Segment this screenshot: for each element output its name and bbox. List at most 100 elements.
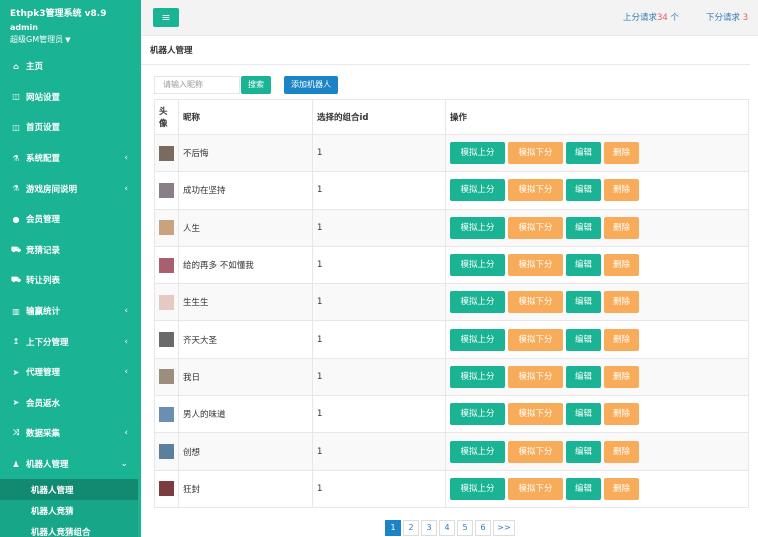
menu-toggle-button[interactable]: ≡ (153, 8, 179, 27)
nickname-cell: 齐天大圣 (178, 320, 313, 359)
edit-button[interactable]: 编辑 (566, 328, 601, 351)
simulate-up-button[interactable]: 模拟上分 (450, 365, 505, 388)
delete-button[interactable]: 删除 (604, 477, 639, 500)
simulate-up-button[interactable]: 模拟上分 (450, 328, 505, 351)
simulate-down-button[interactable]: 模拟下分 (508, 440, 563, 463)
simulate-down-button[interactable]: 模拟下分 (508, 291, 563, 314)
sidebar-subitem[interactable]: 机器人竞猜 (0, 500, 138, 521)
sidebar-item[interactable]: ↥ 上下分管理 ‹ (0, 326, 138, 357)
edit-button[interactable]: 编辑 (566, 440, 601, 463)
send-icon: ➤ (12, 398, 20, 408)
actions-cell: 模拟上分 模拟下分 编辑 删除 (445, 283, 749, 322)
chevron-icon: ‹ (124, 336, 128, 347)
nickname-cell: 狂封 (178, 469, 313, 508)
delete-button[interactable]: 删除 (604, 365, 639, 388)
add-robot-button[interactable]: 添加机器人 (284, 76, 338, 94)
sidebar-item[interactable]: ● 会员管理 (0, 204, 138, 235)
sidebar-item-label: 上下分管理 (26, 337, 69, 348)
edit-button[interactable]: 编辑 (566, 365, 601, 388)
delete-button[interactable]: 删除 (604, 440, 639, 463)
edit-button[interactable]: 编辑 (566, 291, 601, 314)
sidebar-subitem[interactable]: 机器人竞猜组合 (0, 521, 138, 537)
table-row: 我日 1 模拟上分 模拟下分 编辑 删除 (154, 357, 749, 397)
simulate-down-button[interactable]: 模拟下分 (508, 477, 563, 500)
simulate-up-button[interactable]: 模拟上分 (450, 216, 505, 239)
simulate-up-button[interactable]: 模拟上分 (450, 179, 505, 202)
delete-button[interactable]: 删除 (604, 328, 639, 351)
next-page-button[interactable]: >> (493, 520, 515, 536)
page-button[interactable]: 6 (475, 520, 491, 536)
delete-button[interactable]: 删除 (604, 216, 639, 239)
top-bar: ≡ 上分请求34 个 下分请求 3 (141, 0, 758, 36)
simulate-up-button[interactable]: 模拟上分 (450, 440, 505, 463)
sidebar-item[interactable]: ⚗ 游戏房间说明 ‹ (0, 173, 138, 204)
sidebar-item-label: 代理管理 (26, 368, 61, 379)
simulate-down-button[interactable]: 模拟下分 (508, 403, 563, 426)
actions-cell: 模拟上分 模拟下分 编辑 删除 (445, 133, 749, 173)
sidebar-item[interactable]: ⛟ 转让列表 (0, 265, 138, 296)
edit-button[interactable]: 编辑 (566, 216, 601, 239)
simulate-up-button[interactable]: 模拟上分 (450, 142, 505, 165)
avatar-cell (154, 208, 179, 247)
sidebar-item-label: 主页 (26, 62, 44, 73)
sidebar-item[interactable]: ⚗ 系统配置 ‹ (0, 143, 138, 174)
combo-id-cell: 1 (312, 245, 446, 285)
sidebar-item-label: 竞猜记录 (26, 245, 61, 256)
sidebar-item[interactable]: ⌂ 主页 (0, 51, 138, 82)
simulate-down-button[interactable]: 模拟下分 (508, 254, 563, 277)
sidebar-item-label: 网站设置 (26, 92, 61, 103)
car-icon: ⛟ (10, 275, 22, 285)
avatar-cell (154, 357, 179, 397)
delete-button[interactable]: 删除 (604, 291, 639, 314)
car-icon: ⛟ (10, 244, 22, 254)
delete-button[interactable]: 删除 (604, 403, 639, 426)
simulate-up-button[interactable]: 模拟上分 (450, 254, 505, 277)
edit-button[interactable]: 编辑 (566, 477, 601, 500)
page-button[interactable]: 5 (457, 520, 473, 536)
simulate-down-button[interactable]: 模拟下分 (508, 179, 563, 202)
user-role-dropdown[interactable]: 超级GM管理员 ▼ (10, 34, 128, 46)
sidebar-item[interactable]: ➤ 会员返水 (0, 388, 138, 419)
edit-button[interactable]: 编辑 (566, 179, 601, 202)
male-icon: ♟ (12, 459, 20, 469)
nickname-cell: 人生 (178, 208, 313, 247)
sidebar-item-label: 会员返水 (26, 398, 61, 409)
table-row: 成功在坚持 1 模拟上分 模拟下分 编辑 删除 (154, 171, 749, 210)
avatar-cell (154, 283, 179, 322)
nickname-cell: 创想 (178, 432, 313, 471)
edit-button[interactable]: 编辑 (566, 142, 601, 165)
sidebar-item[interactable]: ➤ 代理管理 ‹ (0, 357, 138, 388)
simulate-down-button[interactable]: 模拟下分 (508, 365, 563, 388)
page-button[interactable]: 4 (439, 520, 455, 536)
down-request-link[interactable]: 下分请求 3 (706, 11, 748, 23)
edit-button[interactable]: 编辑 (566, 403, 601, 426)
simulate-down-button[interactable]: 模拟下分 (508, 216, 563, 239)
avatar (159, 444, 174, 460)
simulate-up-button[interactable]: 模拟上分 (450, 403, 505, 426)
simulate-up-button[interactable]: 模拟上分 (450, 291, 505, 314)
edit-button[interactable]: 编辑 (566, 254, 601, 277)
sidebar-item[interactable]: ⛟ 竞猜记录 (0, 235, 138, 266)
page-button[interactable]: 1 (385, 520, 401, 536)
simulate-down-button[interactable]: 模拟下分 (508, 142, 563, 165)
simulate-up-button[interactable]: 模拟上分 (450, 477, 505, 500)
sidebar-item[interactable]: ♟ 机器人管理 ⌄ (0, 449, 138, 480)
page-button[interactable]: 3 (421, 520, 437, 536)
search-input[interactable]: 请输入昵称 (154, 76, 240, 94)
delete-button[interactable]: 删除 (604, 254, 639, 277)
sidebar-item[interactable]: ⤨ 数据采集 ‹ (0, 418, 138, 449)
sidebar-item[interactable]: ▥ 输赢统计 ‹ (0, 296, 138, 327)
delete-button[interactable]: 删除 (604, 179, 639, 202)
search-button[interactable]: 搜索 (241, 76, 271, 94)
page-button[interactable]: 2 (403, 520, 419, 536)
simulate-down-button[interactable]: 模拟下分 (508, 328, 563, 351)
user-name[interactable]: admin (10, 22, 128, 34)
sidebar-item[interactable]: ◫ 首页设置 (0, 112, 138, 143)
delete-button[interactable]: 删除 (604, 142, 639, 165)
nickname-cell: 我日 (178, 357, 313, 397)
up-request-link[interactable]: 上分请求34 个 (623, 11, 679, 23)
sidebar-item[interactable]: ◫ 网站设置 (0, 82, 138, 113)
table-row: 人生 1 模拟上分 模拟下分 编辑 删除 (154, 208, 749, 247)
sidebar-subitem[interactable]: 机器人管理 (0, 479, 138, 501)
actions-cell: 模拟上分 模拟下分 编辑 删除 (445, 469, 749, 508)
